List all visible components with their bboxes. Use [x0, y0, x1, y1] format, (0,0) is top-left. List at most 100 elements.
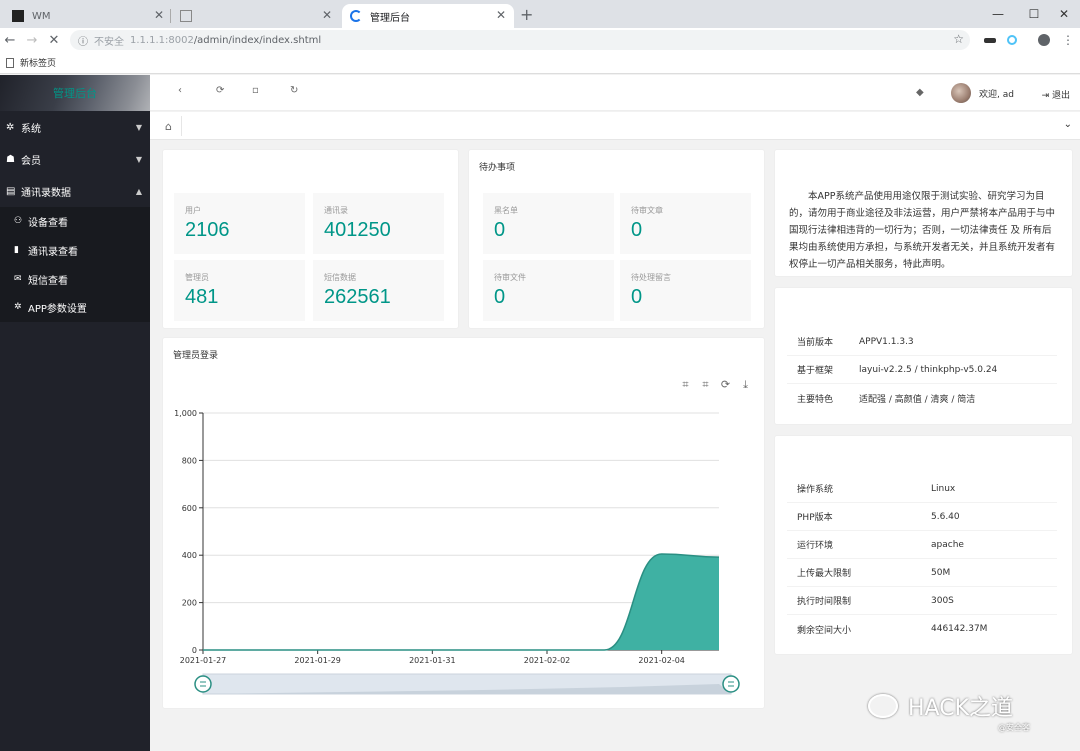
- chevron-up-icon: ▲: [135, 186, 142, 196]
- stat-label: 管理员: [185, 273, 209, 282]
- y-tick-label: 0: [192, 646, 197, 655]
- server-value: apache: [931, 539, 964, 550]
- menu-kebab-icon[interactable]: ⋮: [1058, 30, 1078, 50]
- sidebar-item-system[interactable]: ✲ 系统 ▼: [0, 111, 150, 143]
- window-close-icon[interactable]: ✕: [1046, 0, 1080, 28]
- stat-label: 用户: [185, 206, 201, 215]
- loading-spinner-icon: [350, 10, 362, 22]
- version-row: 主要特色 适配强 / 高颜值 / 清爽 / 简洁: [787, 384, 1057, 412]
- close-icon[interactable]: ✕: [154, 8, 164, 22]
- info-circle-icon[interactable]: ⓘ: [78, 33, 88, 48]
- new-tab-plus-icon[interactable]: +: [520, 5, 533, 24]
- sidebar-subitem-devices[interactable]: ⚇ 设备查看: [14, 207, 68, 235]
- profile-icon[interactable]: [1034, 30, 1054, 50]
- close-icon[interactable]: ✕: [322, 8, 332, 22]
- server-value: 50M: [931, 567, 951, 578]
- refresh-page-icon[interactable]: ⟳: [216, 85, 224, 96]
- users-icon: ☗: [6, 153, 15, 165]
- sidebar-subitem-contacts[interactable]: ▮ 通讯录查看: [14, 236, 78, 264]
- stat-sms[interactable]: 短信数据 262561: [313, 260, 444, 321]
- close-icon[interactable]: ✕: [496, 8, 506, 22]
- address-bar[interactable]: ⓘ 不安全 1.1.1.1:8002/admin/index/index.sht…: [70, 30, 970, 50]
- stat-label: 通讯录: [324, 206, 348, 215]
- url-host: 1.1.1.1:8002: [130, 34, 194, 46]
- reload-icon[interactable]: ↻: [290, 85, 298, 96]
- todo-articles[interactable]: 待审文章 0: [620, 193, 751, 254]
- star-icon[interactable]: ☆: [953, 32, 964, 46]
- fullscreen-icon[interactable]: ▫: [252, 85, 259, 96]
- version-key: 基于框架: [797, 366, 834, 376]
- url-text: 1.1.1.1:8002/admin/index/index.shtml: [130, 35, 321, 46]
- extension-circle-icon[interactable]: [1002, 30, 1022, 50]
- id-card-icon: ▤: [6, 185, 16, 197]
- stat-users[interactable]: 用户 2106: [174, 193, 305, 254]
- server-key: PHP版本: [797, 513, 833, 523]
- back-arrow-icon[interactable]: ←: [0, 30, 20, 50]
- user-greeting: 欢迎, ad: [979, 89, 1014, 100]
- todo-value: 0: [494, 286, 506, 308]
- extension-glasses-icon[interactable]: [980, 30, 1000, 50]
- todo-value: 0: [631, 219, 643, 241]
- sidebar-item-members[interactable]: ☗ 会员 ▼: [0, 143, 150, 175]
- sidebar-subnav: ⚇ 设备查看 ▮ 通讯录查看 ✉ 短信查看 ✲ APP参数设置: [0, 207, 150, 322]
- todo-label: 待审文章: [631, 206, 663, 215]
- sidebar-subitem-sms[interactable]: ✉ 短信查看: [14, 265, 68, 293]
- server-row: 运行环境 apache: [787, 531, 1057, 559]
- chart-area-series[interactable]: [203, 554, 719, 650]
- server-value: 300S: [931, 595, 954, 606]
- watermark: HACK之道: [868, 690, 1013, 722]
- todo-files[interactable]: 待审文件 0: [483, 260, 614, 321]
- stat-value: 481: [185, 286, 219, 308]
- x-tick-label: 2021-02-02: [524, 656, 571, 665]
- url-path: /admin/index/index.shtml: [193, 34, 322, 46]
- tab-favicon-icon: [12, 10, 24, 22]
- server-row: 执行时间限制 300S: [787, 587, 1057, 615]
- browser-tab-2[interactable]: ✕: [172, 4, 340, 28]
- envelope-icon: ✉: [14, 274, 22, 284]
- minimize-icon[interactable]: —: [980, 0, 1016, 28]
- browser-tab-1[interactable]: WM ✕: [4, 4, 164, 28]
- bookmarks-bar: 新标签页: [0, 52, 1080, 74]
- chevron-down-icon[interactable]: ⌄: [1064, 119, 1072, 130]
- page-tabstrip: ⌂ ⌄: [150, 112, 1080, 140]
- x-tick-label: 2021-01-31: [409, 656, 456, 665]
- tag-icon[interactable]: ◆: [916, 87, 924, 98]
- sidebar-item-contacts-data[interactable]: ▤ 通讯录数据 ▲: [0, 175, 150, 207]
- datazoom-handle-start[interactable]: [194, 675, 212, 693]
- server-value: Linux: [931, 483, 956, 494]
- area-chart: 0 200 400 600 800 1,000 2021-01-27 2021-01-29 2…: [174, 409, 740, 695]
- server-key: 执行时间限制: [797, 597, 852, 607]
- sidebar-subitem-app-settings[interactable]: ✲ APP参数设置: [14, 293, 87, 321]
- sidebar-item-label: 系统: [21, 123, 41, 135]
- todo-messages[interactable]: 待处理留言 0: [620, 260, 751, 321]
- stat-contacts[interactable]: 通讯录 401250: [313, 193, 444, 254]
- user-menu[interactable]: 欢迎, ad: [951, 83, 1014, 103]
- stop-x-icon[interactable]: ✕: [44, 30, 64, 50]
- version-card: 当前版本 APPV1.1.3.3 基于框架 layui-v2.2.5 / thi…: [775, 288, 1072, 424]
- version-row: 当前版本 APPV1.1.3.3: [787, 328, 1057, 356]
- todo-card: 待办事项 黑名单 0 待审文章 0 待审文件 0 待处理留言 0: [469, 150, 764, 328]
- tab-favicon-icon: [180, 10, 192, 22]
- collapse-arrow-icon[interactable]: ‹: [178, 85, 182, 96]
- forward-arrow-icon[interactable]: →: [22, 30, 42, 50]
- stat-admins[interactable]: 管理员 481: [174, 260, 305, 321]
- browser-tab-3[interactable]: 管理后台 ✕: [342, 4, 514, 28]
- x-tick-label: 2021-01-29: [294, 656, 341, 665]
- todo-label: 待审文件: [494, 273, 526, 282]
- server-info-card: 操作系统 Linux PHP版本 5.6.40 运行环境 apache 上传最大…: [775, 436, 1072, 654]
- version-row: 基于框架 layui-v2.2.5 / thinkphp-v5.0.24: [787, 356, 1057, 384]
- logout-button[interactable]: ⇥ 退出: [1042, 88, 1070, 101]
- browser-toolbar: ← → ✕ ⓘ 不安全 1.1.1.1:8002/admin/index/ind…: [0, 28, 1080, 52]
- todo-blacklist[interactable]: 黑名单 0: [483, 193, 614, 254]
- tab-title: 管理后台: [370, 12, 410, 24]
- x-tick-label: 2021-02-04: [638, 656, 685, 665]
- avatar[interactable]: [951, 83, 972, 103]
- logo[interactable]: 管理后台: [0, 75, 150, 111]
- subitem-label: 通讯录查看: [28, 246, 78, 258]
- watermark-subtext: @安全客: [998, 723, 1030, 732]
- x-tick-label: 2021-01-27: [180, 656, 227, 665]
- datazoom-handle-end[interactable]: [722, 675, 740, 693]
- server-value: 446142.37M: [931, 624, 988, 634]
- bookmark-new-tab[interactable]: 新标签页: [20, 56, 56, 69]
- home-tab[interactable]: ⌂: [156, 116, 182, 136]
